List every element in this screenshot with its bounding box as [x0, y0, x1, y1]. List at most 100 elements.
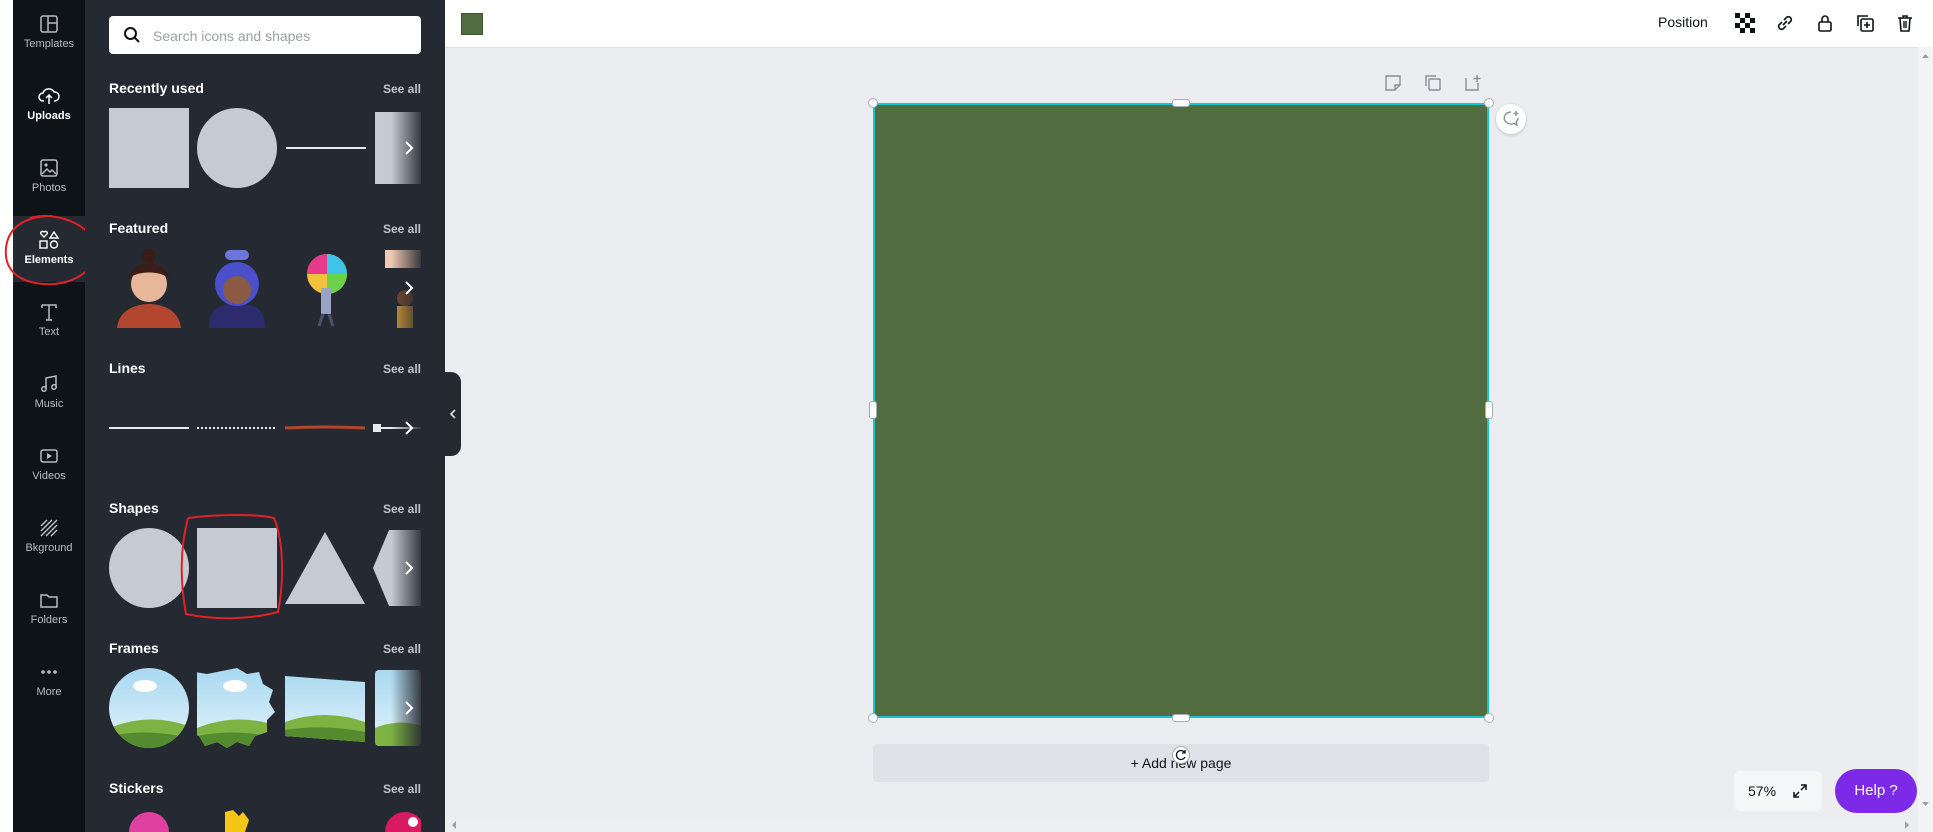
featured-person-1[interactable] [117, 249, 181, 328]
link-icon[interactable] [1775, 13, 1795, 33]
zoom-control[interactable]: 57% [1734, 771, 1822, 811]
rail-item-templates[interactable]: Templates [13, 0, 85, 66]
rail-item-background[interactable]: Bkground [13, 504, 85, 570]
resize-handle-bottom-left[interactable] [868, 713, 878, 723]
trash-icon[interactable] [1895, 13, 1915, 33]
chevron-right-icon [405, 141, 414, 155]
resize-handle-top-right[interactable] [1484, 98, 1494, 108]
shape-circle[interactable] [109, 528, 189, 608]
resize-handle-bottom[interactable] [1172, 714, 1190, 722]
add-comment-button[interactable] [1496, 104, 1526, 134]
duplicate-icon[interactable] [1855, 13, 1875, 33]
line-brush[interactable] [284, 425, 366, 430]
lock-icon[interactable] [1815, 13, 1835, 33]
rail-label: More [36, 686, 62, 698]
text-t-icon [41, 304, 57, 321]
collapse-panel-button[interactable] [445, 372, 461, 456]
search-box[interactable] [109, 16, 421, 56]
position-button[interactable]: Position [1658, 14, 1708, 30]
upload-cloud-icon [38, 88, 60, 104]
frame-perspective[interactable] [285, 668, 365, 748]
window-edge [0, 0, 13, 832]
rail-item-photos[interactable]: Photos [13, 144, 85, 210]
transparency-icon[interactable] [1735, 13, 1755, 33]
section-title-stickers: Stickers [109, 780, 164, 796]
rail-item-text[interactable]: Text [13, 288, 85, 354]
page-notes-icon[interactable] [1384, 74, 1402, 92]
lines-row [109, 388, 421, 468]
resize-handle-top[interactable] [1172, 99, 1190, 107]
frames-row [109, 668, 421, 748]
section-title-recently-used: Recently used [109, 80, 204, 96]
chevron-right-icon [405, 561, 414, 575]
scroll-right-frames[interactable] [391, 668, 421, 748]
featured-items [117, 249, 421, 328]
featured-person-3[interactable] [307, 254, 347, 327]
search-input[interactable] [151, 16, 415, 56]
duplicate-page-icon[interactable] [1424, 74, 1442, 92]
vertical-scrollbar[interactable] [1918, 47, 1933, 832]
side-rail: Templates Uploads Photos Elements Text M… [13, 0, 85, 832]
scroll-right-arrow-icon[interactable] [1902, 818, 1912, 832]
rail-item-videos[interactable]: Videos [13, 432, 85, 498]
frame-circle[interactable] [109, 668, 189, 748]
rail-item-folders[interactable]: Folders [13, 576, 85, 642]
see-all-recently-used[interactable]: See all [383, 82, 421, 96]
scroll-right-featured[interactable] [391, 248, 421, 328]
music-note-icon [41, 375, 57, 392]
scroll-right-lines[interactable] [391, 388, 421, 468]
help-button[interactable]: Help ? [1835, 769, 1917, 813]
shape-triangle[interactable] [285, 532, 365, 604]
annotation-circle-square [180, 514, 284, 620]
photo-icon [40, 159, 58, 177]
resize-handle-left[interactable] [869, 401, 877, 419]
horizontal-scrollbar[interactable] [445, 818, 1918, 832]
scroll-down-arrow-icon[interactable] [1918, 799, 1933, 809]
chevron-right-icon [405, 281, 414, 295]
background-stripes-icon [40, 519, 58, 537]
zoom-value[interactable]: 57% [1748, 783, 1776, 799]
recent-square[interactable] [109, 108, 189, 188]
chevron-left-icon [449, 409, 456, 419]
see-all-lines[interactable]: See all [383, 362, 421, 376]
scroll-right-recently-used[interactable] [391, 108, 421, 188]
video-play-icon [40, 449, 58, 463]
color-swatch[interactable] [461, 13, 483, 35]
sticker-hand[interactable] [225, 810, 249, 832]
sticker-items [129, 810, 421, 832]
section-title-frames: Frames [109, 640, 159, 656]
fullscreen-expand-icon[interactable] [1792, 783, 1808, 799]
rotate-handle[interactable] [1172, 746, 1190, 764]
see-all-shapes[interactable]: See all [383, 502, 421, 516]
design-canvas[interactable] [873, 103, 1489, 718]
rail-label: Uploads [27, 110, 71, 122]
rail-item-more[interactable]: More [13, 648, 85, 714]
see-all-stickers[interactable]: See all [383, 782, 421, 796]
stickers-row [109, 808, 421, 832]
rail-item-uploads[interactable]: Uploads [13, 72, 85, 138]
scroll-right-shapes[interactable] [391, 528, 421, 608]
more-dots-icon [41, 670, 57, 674]
sticker-pink-face[interactable] [129, 812, 169, 832]
rail-label: Music [34, 398, 64, 410]
resize-handle-top-left[interactable] [868, 98, 878, 108]
see-all-featured[interactable]: See all [383, 222, 421, 236]
recent-items [109, 108, 421, 188]
search-icon [124, 27, 140, 43]
rail-label: Videos [32, 470, 66, 482]
recent-circle[interactable] [197, 108, 277, 188]
see-all-frames[interactable]: See all [383, 642, 421, 656]
rotate-icon [1175, 749, 1186, 761]
scroll-up-arrow-icon[interactable] [1918, 51, 1933, 61]
chevron-right-icon [405, 701, 414, 715]
frame-scalloped[interactable] [197, 668, 277, 748]
featured-person-2[interactable] [209, 250, 265, 328]
resize-handle-bottom-right[interactable] [1484, 713, 1494, 723]
folder-icon [40, 594, 58, 608]
rail-item-music[interactable]: Music [13, 360, 85, 426]
resize-handle-right[interactable] [1485, 401, 1493, 419]
add-page-icon[interactable] [1464, 74, 1482, 92]
comment-add-icon [1503, 111, 1519, 127]
scroll-left-arrow-icon[interactable] [449, 818, 459, 832]
recently-used-row [109, 108, 421, 188]
